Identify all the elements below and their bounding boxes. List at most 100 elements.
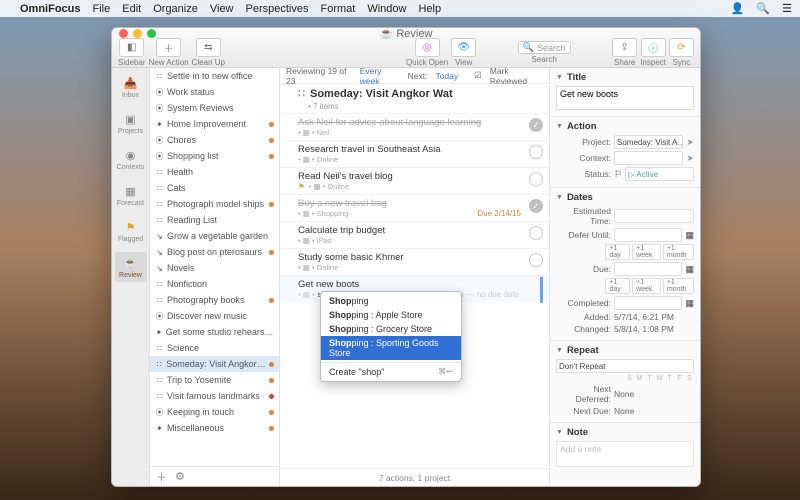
repeat-field[interactable]: Don't Repeat [556, 359, 694, 373]
sidebar-project-row[interactable]: ⦿Discover new music [150, 308, 279, 324]
menu-window[interactable]: Window [367, 3, 406, 15]
task-checkbox[interactable] [529, 253, 543, 267]
task-checkbox[interactable]: ✓ [529, 118, 543, 132]
share-button[interactable]: ⇪ [612, 38, 637, 57]
disclosure-icon[interactable]: ▼ [556, 429, 563, 436]
new-action-button[interactable]: ＋ [156, 38, 181, 57]
sync-button[interactable]: ⟳ [669, 38, 694, 57]
note-field[interactable]: Add a note [556, 441, 694, 467]
autocomplete-item[interactable]: Shopping : Sporting Goods Store [321, 336, 461, 360]
sidebar-project-row[interactable]: ∷Nonfiction [150, 276, 279, 292]
goto-icon[interactable]: ➤ [686, 153, 694, 164]
task-row[interactable]: Buy a new travel bag• ▦ • ShoppingDue 2/… [280, 194, 549, 221]
sidebar-project-row[interactable]: ∷Visit famous landmarks [150, 388, 279, 404]
task-row[interactable]: Ask Neil for advice about language learn… [280, 113, 549, 140]
defer-quick-buttons[interactable]: +1 day+1 week+1 month [605, 244, 694, 260]
due-quick-buttons[interactable]: +1 day+1 week+1 month [605, 278, 694, 294]
sidebar-project-row[interactable]: ↘Blog post on pterosaurs [150, 244, 279, 260]
project-field[interactable]: Someday: Visit A… [614, 135, 683, 149]
task-row[interactable]: Calculate trip budget• ▦ • iPad [280, 221, 549, 248]
sidebar-project-row[interactable]: ∷Trip to Yosemite [150, 372, 279, 388]
autocomplete-item[interactable]: Shopping : Grocery Store [321, 322, 461, 336]
sidebar-project-row[interactable]: ⦿Work status [150, 84, 279, 100]
defer-field[interactable] [614, 228, 682, 242]
flag-toggle[interactable]: ⚐ [614, 169, 622, 180]
sidebar-project-row[interactable]: ∷Health [150, 164, 279, 180]
review-next-value[interactable]: Today [435, 71, 458, 81]
review-frequency[interactable]: Every week [360, 66, 400, 86]
rail-inbox[interactable]: 📥Inbox [115, 72, 147, 102]
sidebar-project-row[interactable]: ⦿System Reviews [150, 100, 279, 116]
calendar-icon[interactable]: ▦ [685, 298, 694, 309]
autocomplete-item[interactable]: Shopping : Apple Store [321, 308, 461, 322]
clean-up-button[interactable]: ⇆ [196, 38, 221, 57]
status-field[interactable]: ▷ Active [625, 167, 694, 181]
added-value: 5/7/14, 6:21 PM [614, 312, 674, 322]
disclosure-icon[interactable]: ▼ [556, 74, 563, 81]
autocomplete-item[interactable]: Shopping [321, 294, 461, 308]
sidebar-project-row[interactable]: ⦿Chores [150, 132, 279, 148]
menu-file[interactable]: File [93, 3, 111, 15]
calendar-icon[interactable]: ▦ [685, 230, 694, 241]
sidebar-project-row[interactable]: ∷Photograph model ships [150, 196, 279, 212]
menu-format[interactable]: Format [321, 3, 356, 15]
inspector-title-label: Title [567, 72, 586, 83]
sidebar-project-row[interactable]: ⦿Keeping in touch [150, 404, 279, 420]
calendar-icon[interactable]: ▦ [685, 264, 694, 275]
menu-edit[interactable]: Edit [122, 3, 141, 15]
inspect-button[interactable]: ⓘ [641, 38, 666, 57]
autocomplete-create[interactable]: Create "shop"⌘↩ [321, 365, 461, 379]
inspector-title-field[interactable] [556, 86, 694, 110]
sidebar-project-row[interactable]: ✦Get some studio rehearsal time [150, 324, 279, 340]
disclosure-icon[interactable]: ▼ [556, 194, 563, 201]
sidebar-project-row[interactable]: ∷Science [150, 340, 279, 356]
sidebar-project-row[interactable]: ∷Reading List [150, 212, 279, 228]
quick-open-button[interactable]: ◎ [415, 38, 440, 57]
sidebar-project-row[interactable]: ∷Cats [150, 180, 279, 196]
add-project-button[interactable]: ＋ [156, 469, 167, 485]
sidebar-project-row[interactable]: ✦Home Improvement [150, 116, 279, 132]
rail-review[interactable]: ☕Review [115, 252, 147, 282]
completed-field[interactable] [614, 296, 682, 310]
menu-view[interactable]: View [210, 3, 234, 15]
search-input[interactable]: 🔍Search [518, 41, 571, 54]
user-icon[interactable]: 👤 [731, 2, 745, 15]
menu-help[interactable]: Help [418, 3, 441, 15]
project-name: Science [167, 343, 199, 353]
task-row[interactable]: Research travel in Southeast Asia• ▦ • O… [280, 140, 549, 167]
task-checkbox[interactable]: ✓ [529, 199, 543, 213]
sidebar-project-row[interactable]: ∷Photography books [150, 292, 279, 308]
task-row[interactable]: Study some basic Khmer• ▦ • Online [280, 248, 549, 275]
app-menu[interactable]: OmniFocus [20, 3, 81, 15]
sidebar-project-row[interactable]: ✦Miscellaneous [150, 420, 279, 436]
rail-flagged[interactable]: ⚑Flagged [115, 216, 147, 246]
review-dot-icon [269, 250, 274, 255]
sidebar-toggle-button[interactable]: ◧ [119, 38, 144, 57]
disclosure-icon[interactable]: ▼ [556, 123, 563, 130]
menu-organize[interactable]: Organize [153, 3, 198, 15]
sidebar-project-row[interactable]: ∷Settle in to new office [150, 68, 279, 84]
menu-perspectives[interactable]: Perspectives [246, 3, 309, 15]
sidebar-project-row[interactable]: ↘Grow a vegetable garden [150, 228, 279, 244]
task-checkbox[interactable] [529, 226, 543, 240]
rail-projects[interactable]: ▣Projects [115, 108, 147, 138]
context-field[interactable] [614, 151, 683, 165]
task-checkbox[interactable] [529, 172, 543, 186]
search-icon[interactable]: 🔍 [756, 2, 770, 15]
rail-forecast[interactable]: ▦Forecast [115, 180, 147, 210]
view-button[interactable]: 👁 [451, 38, 476, 57]
sidebar-project-row[interactable]: ↘Novels [150, 260, 279, 276]
menu-extra-icon[interactable]: ☰ [782, 2, 792, 15]
task-checkbox[interactable] [529, 145, 543, 159]
disclosure-icon[interactable]: ▼ [556, 347, 563, 354]
due-field[interactable] [614, 262, 682, 276]
sidebar-project-row[interactable]: ∷Someday: Visit Angkor Wat [150, 356, 279, 372]
rail-contexts[interactable]: ◉Contexts [115, 144, 147, 174]
sidebar-project-row[interactable]: ⦿Shopping list [150, 148, 279, 164]
day-picker[interactable]: SMTWTFS [556, 375, 694, 382]
goto-icon[interactable]: ➤ [686, 137, 694, 148]
mark-reviewed-button[interactable]: Mark Reviewed [490, 66, 543, 86]
task-row[interactable]: Read Neil's travel blog⚑• ▦ • Online [280, 167, 549, 194]
sidebar-settings-button[interactable]: ⚙ [175, 470, 185, 483]
estimated-time-field[interactable] [614, 209, 694, 223]
